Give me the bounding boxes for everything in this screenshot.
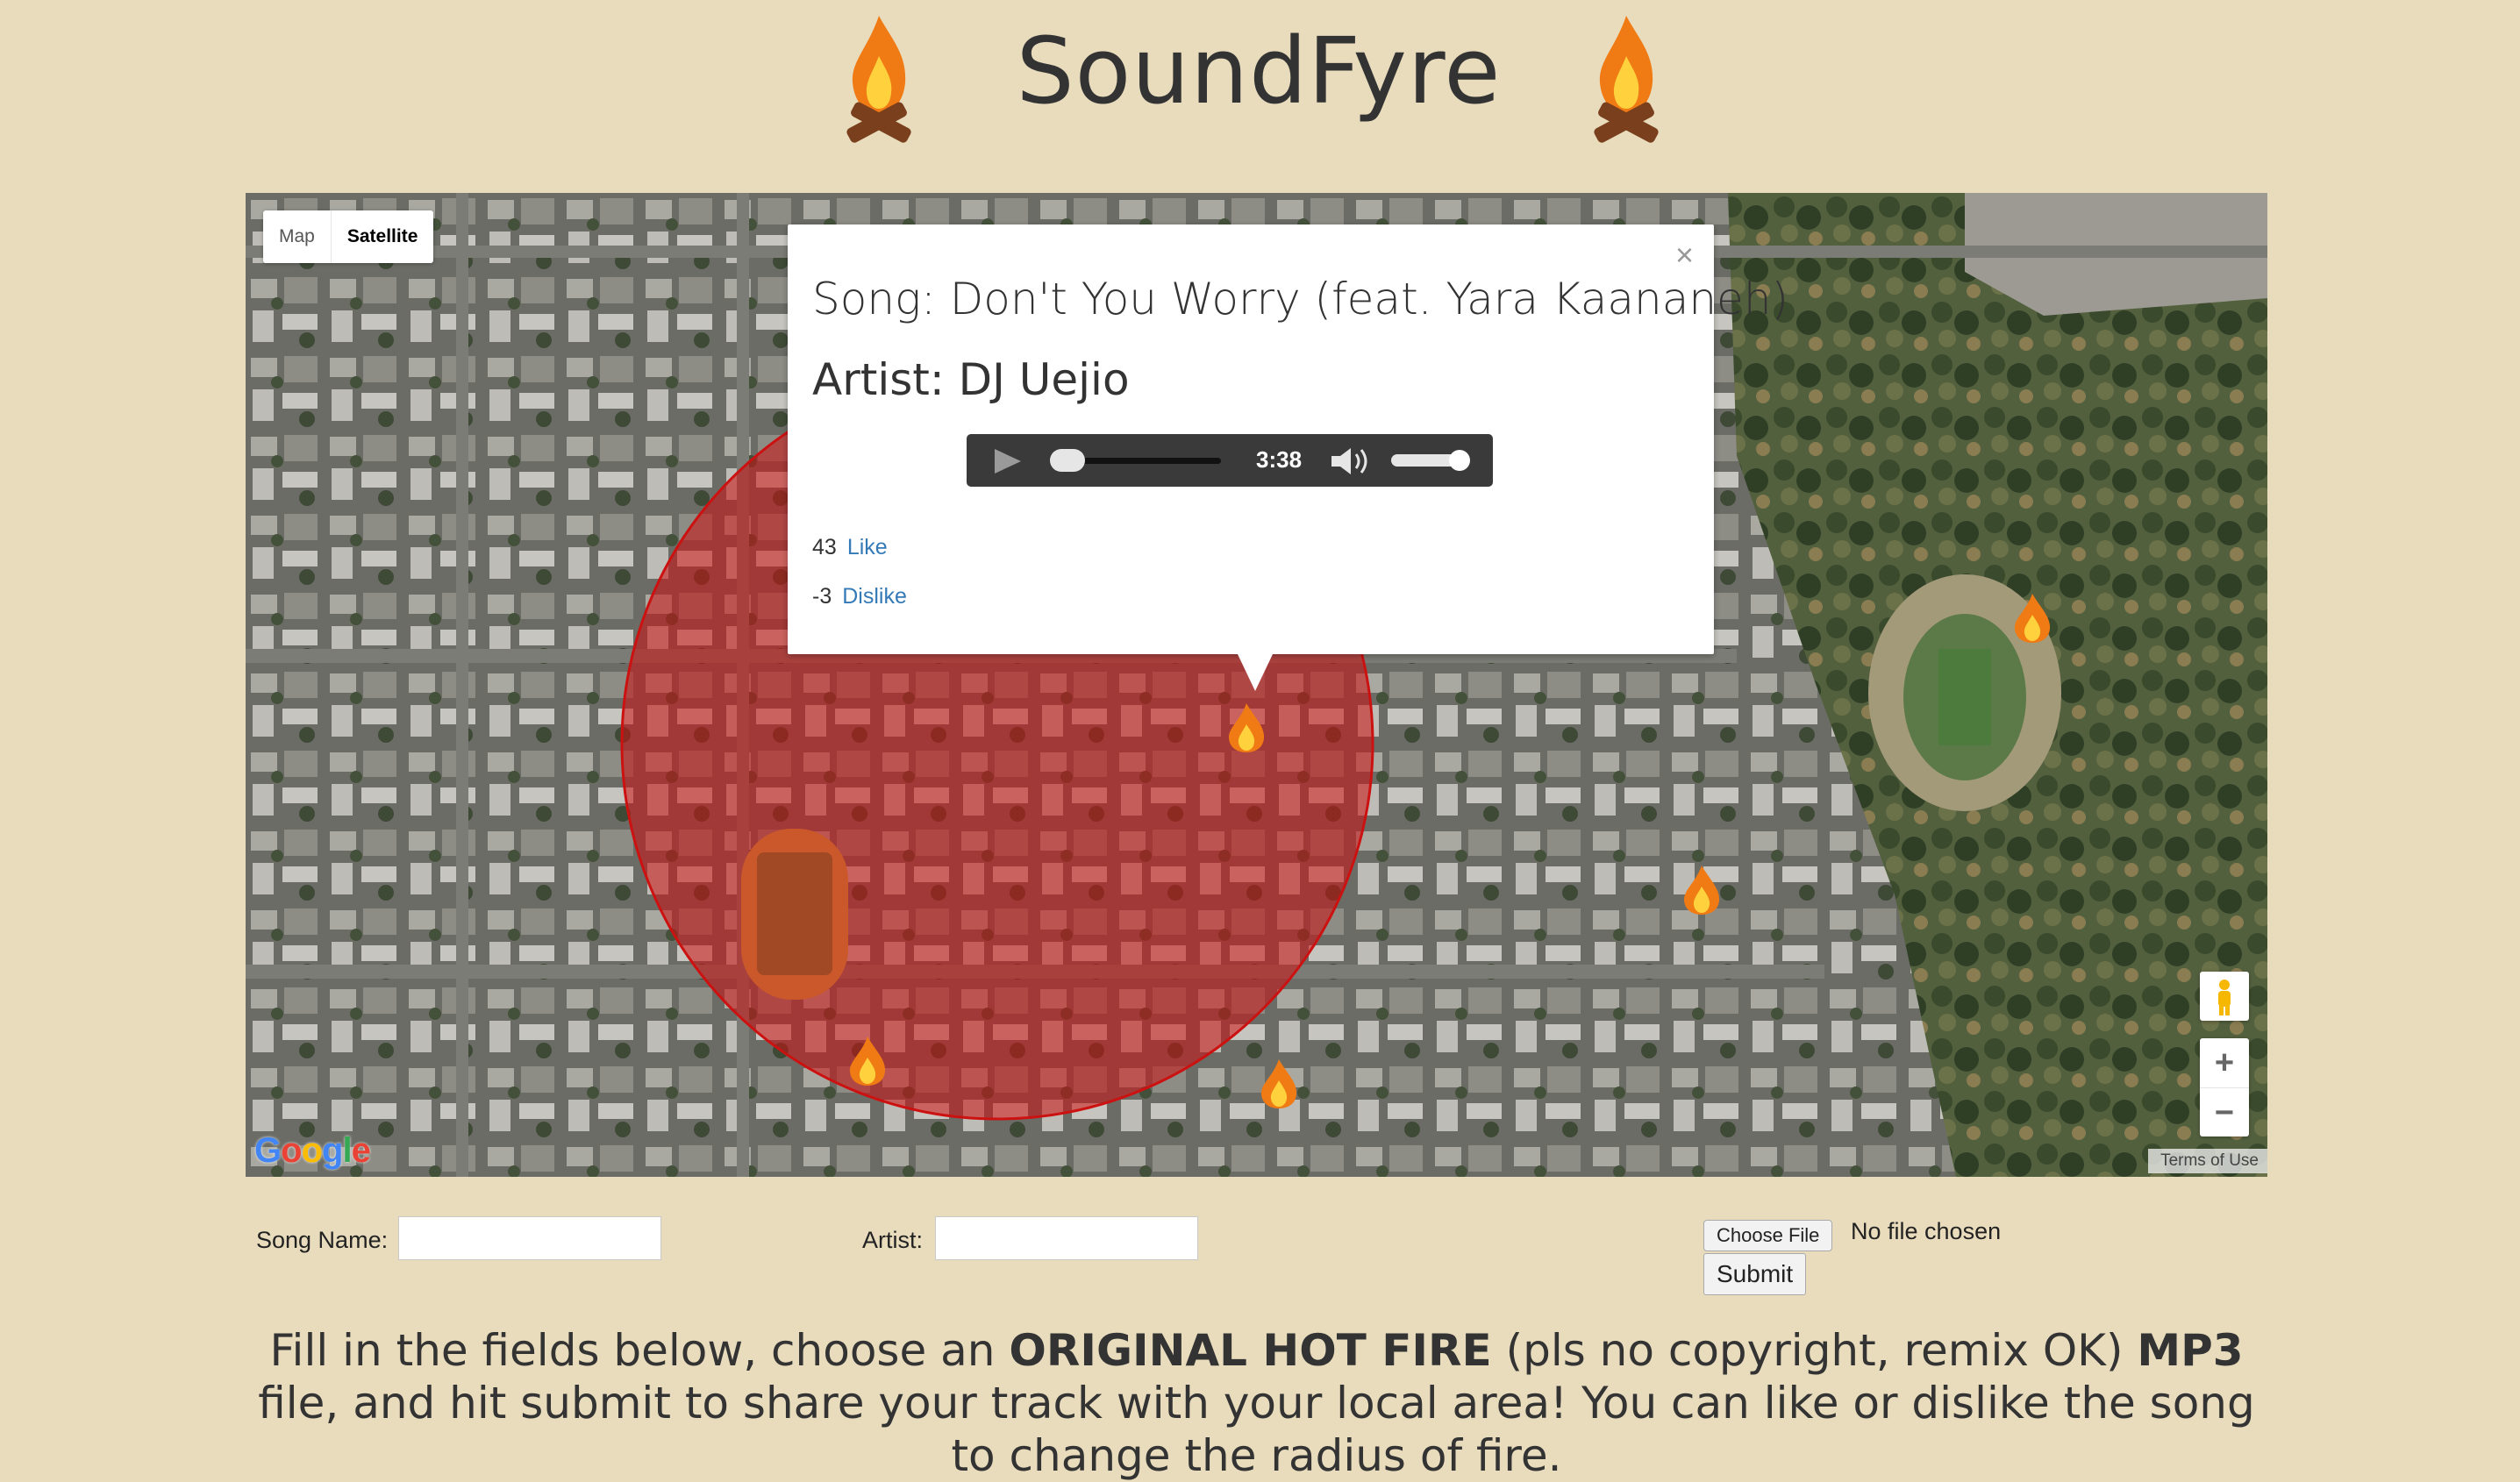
dislike-row: -3 Dislike — [812, 584, 907, 609]
zoom-in-button[interactable]: + — [2200, 1038, 2249, 1088]
campfire-icon — [1594, 16, 1659, 143]
zoom-control: + − — [2200, 1038, 2249, 1136]
dislike-link[interactable]: Dislike — [842, 584, 907, 609]
instructions-part2: (pls no copyright, remix OK) — [1491, 1325, 2138, 1376]
instructions-bold2: MP3 — [2137, 1325, 2244, 1376]
terms-of-use-link[interactable]: Terms of Use — [2148, 1149, 2267, 1173]
song-name-input[interactable] — [398, 1216, 661, 1260]
close-icon[interactable]: × — [1675, 237, 1694, 274]
zoom-out-button[interactable]: − — [2200, 1088, 2249, 1137]
header: SoundFyre — [0, 0, 2520, 184]
instructions-part1: Fill in the fields below, choose an — [269, 1325, 1010, 1376]
like-row: 43 Like — [812, 535, 888, 560]
info-window-tail — [1238, 654, 1273, 691]
upload-form: Song Name: Artist: Choose File No file c… — [0, 1215, 2520, 1302]
audio-player: 3:38 — [967, 434, 1493, 487]
progress-handle[interactable] — [1050, 449, 1085, 472]
like-count: 43 — [812, 535, 837, 559]
song-info-window: × Song: Don't You Worry (feat. Yara Kaan… — [788, 224, 1788, 691]
fire-marker-icon[interactable] — [1257, 1058, 1301, 1110]
file-status-text: No file chosen — [1851, 1218, 2002, 1244]
artist-name: DJ Uejio — [958, 354, 1130, 405]
choose-file-button[interactable]: Choose File — [1703, 1220, 1833, 1251]
fire-marker-icon[interactable] — [1224, 702, 1268, 754]
page-title: SoundFyre — [1016, 18, 1502, 125]
song-title: Don't You Worry (feat. Yara Kaananeh) — [949, 274, 1789, 324]
artist-line: Artist: DJ Uejio — [812, 354, 1130, 405]
map-type-satellite-button[interactable]: Satellite — [332, 210, 434, 263]
fire-marker-icon[interactable] — [2010, 592, 2054, 645]
instructions-text: Fill in the fields below, choose an ORIG… — [246, 1324, 2267, 1482]
artist-prefix: Artist: — [812, 354, 959, 405]
duration-text: 3:38 — [1256, 446, 1303, 473]
google-logo: Google — [254, 1131, 371, 1170]
fire-marker-icon[interactable] — [846, 1035, 889, 1087]
map[interactable]: Map Satellite × Song: Don't You Worry (f… — [246, 193, 2267, 1177]
play-icon[interactable] — [993, 447, 1023, 475]
instructions-part3: file, and hit submit to share your track… — [258, 1378, 2255, 1481]
submit-button[interactable]: Submit — [1703, 1253, 1807, 1295]
volume-icon[interactable] — [1330, 446, 1372, 476]
street-view-pegman-icon[interactable] — [2200, 972, 2249, 1021]
song-prefix: Song: — [812, 274, 950, 324]
volume-handle[interactable] — [1449, 450, 1470, 471]
map-type-map-button[interactable]: Map — [263, 210, 332, 263]
like-link[interactable]: Like — [847, 535, 888, 559]
song-name-label: Song Name: — [256, 1227, 389, 1253]
song-line: Song: Don't You Worry (feat. Yara Kaanan… — [812, 274, 1788, 324]
artist-input[interactable] — [935, 1216, 1198, 1260]
instructions-bold1: ORIGINAL HOT FIRE — [1009, 1325, 1492, 1376]
dislike-count: -3 — [812, 584, 832, 609]
fire-marker-icon[interactable] — [1680, 864, 1724, 916]
artist-label: Artist: — [862, 1227, 924, 1253]
map-type-control: Map Satellite — [263, 210, 434, 263]
campfire-icon — [846, 16, 911, 143]
